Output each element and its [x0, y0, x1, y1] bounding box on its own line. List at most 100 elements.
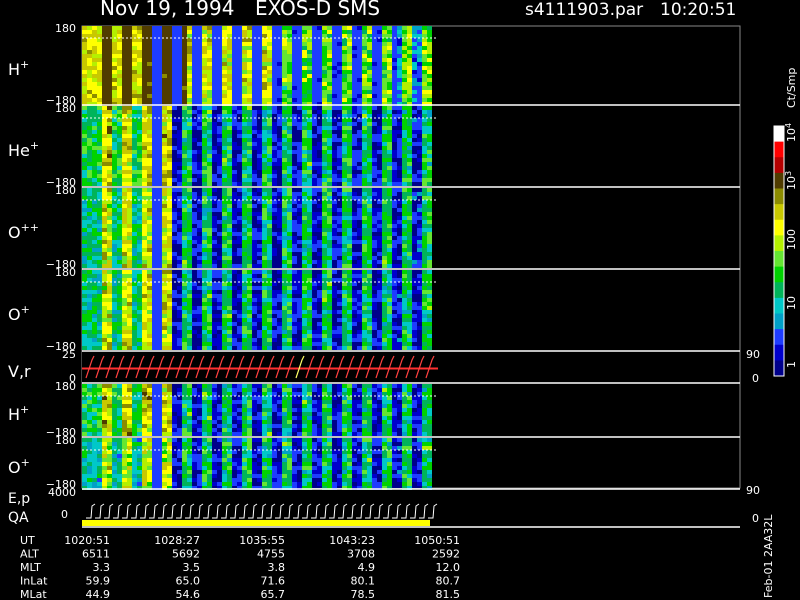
spectrogram-cell: [172, 38, 177, 42]
spectrogram-cell: [422, 260, 427, 264]
spectrogram-cell: [262, 342, 267, 346]
spectrogram-cell: [342, 30, 347, 34]
spectrogram-cell: [277, 138, 282, 142]
spectrogram-cell: [317, 142, 322, 146]
spectrogram-cell: [307, 244, 312, 248]
spectrogram-cell: [342, 322, 347, 326]
spectrogram-cell: [417, 244, 422, 248]
spectrogram-cell: [352, 30, 357, 34]
spectrogram-cell: [327, 110, 332, 114]
spectrogram-cell: [302, 236, 307, 240]
spectrogram-cell: [122, 158, 127, 162]
spectrogram-cell: [297, 70, 302, 74]
spectrogram-cell: [107, 90, 112, 94]
spectrogram-cell: [257, 346, 262, 350]
spectrogram-cell: [392, 286, 397, 290]
spectrogram-cell: [142, 196, 147, 200]
spectrogram-cell: [167, 70, 172, 74]
spectrogram-cell: [117, 38, 122, 42]
spectrogram-cell: [177, 196, 182, 200]
spectrogram-cell: [117, 70, 122, 74]
spectrogram-cell: [187, 208, 192, 212]
spectrogram-cell: [202, 192, 207, 196]
spectrogram-cell: [107, 86, 112, 90]
spectrogram-cell: [422, 98, 427, 102]
spectrogram-cell: [272, 90, 277, 94]
spectrogram-cell: [372, 264, 377, 268]
spectrogram-cell: [307, 94, 312, 98]
spectrogram-cell: [337, 178, 342, 182]
spectrogram-cell: [287, 106, 292, 110]
spectrogram-cell: [292, 70, 297, 74]
spectrogram-cell: [372, 54, 377, 58]
spectrogram-cell: [272, 306, 277, 310]
spectrogram-cell: [372, 286, 377, 290]
spectrogram-cell: [207, 298, 212, 302]
spectrogram-cell: [112, 42, 117, 46]
spectrogram-cell: [207, 110, 212, 114]
spectrogram-cell: [382, 182, 387, 186]
spectrogram-cell: [332, 224, 337, 228]
spectrogram-cell: [372, 228, 377, 232]
spectrogram-cell: [302, 82, 307, 86]
spectrogram-cell: [322, 154, 327, 158]
spectrogram-cell: [97, 134, 102, 138]
spectrogram-cell: [377, 50, 382, 54]
spectrogram-cell: [202, 330, 207, 334]
spectrogram-cell: [322, 290, 327, 294]
spectrogram-cell: [297, 38, 302, 42]
spectrogram-cell: [257, 286, 262, 290]
spectrogram-cell: [87, 46, 92, 50]
spectrogram-cell: [112, 34, 117, 38]
spectrogram-cell: [212, 314, 217, 318]
spectrogram-cell: [347, 58, 352, 62]
spectrogram-cell: [382, 302, 387, 306]
spectrogram-cell: [352, 178, 357, 182]
spectrogram-cell: [202, 274, 207, 278]
spectrogram-cell: [147, 326, 152, 330]
spectrogram-cell: [362, 70, 367, 74]
spectrogram-cell: [157, 158, 162, 162]
spectrogram-cell: [162, 264, 167, 268]
spectrogram-cell: [97, 130, 102, 134]
spectrogram-cell: [257, 264, 262, 268]
spectrogram-cell: [137, 146, 142, 150]
spectrogram-cell: [357, 240, 362, 244]
spectrogram-cell: [392, 278, 397, 282]
spectrogram-cell: [162, 82, 167, 86]
spectrogram-cell: [172, 62, 177, 66]
spectrogram-cell: [347, 98, 352, 102]
spectrogram-cell: [302, 244, 307, 248]
spectrogram-cell: [377, 224, 382, 228]
spectrogram-cell: [347, 314, 352, 318]
spectrogram-cell: [372, 326, 377, 330]
spectrogram-cell: [407, 38, 412, 42]
spectrogram-cell: [262, 294, 267, 298]
spectrogram-cell: [287, 208, 292, 212]
spectrogram-cell: [117, 94, 122, 98]
spectrogram-cell: [92, 330, 97, 334]
spectrogram-cell: [282, 224, 287, 228]
spectrogram-cell: [87, 330, 92, 334]
spectrogram-cell: [302, 166, 307, 170]
spectrogram-cell: [182, 146, 187, 150]
spectrogram-cell: [337, 248, 342, 252]
spectrogram-cell: [307, 154, 312, 158]
spectrogram-cell: [217, 244, 222, 248]
spectrogram-cell: [372, 90, 377, 94]
spectrogram-cell: [262, 310, 267, 314]
spectrogram-cell: [132, 252, 137, 256]
spectrogram-cell: [112, 26, 117, 30]
spectrogram-cell: [357, 306, 362, 310]
spectrogram-cell: [87, 346, 92, 350]
spectrogram-cell: [92, 232, 97, 236]
spectrogram-cell: [367, 174, 372, 178]
spectrogram-cell: [397, 138, 402, 142]
spectrogram-cell: [147, 256, 152, 260]
spectrogram-cell: [277, 50, 282, 54]
spectrogram-cell: [387, 34, 392, 38]
spectrogram-cell: [82, 74, 87, 78]
spectrogram-cell: [132, 142, 137, 146]
spectrogram-cell: [337, 78, 342, 82]
spectrogram-cell: [302, 106, 307, 110]
